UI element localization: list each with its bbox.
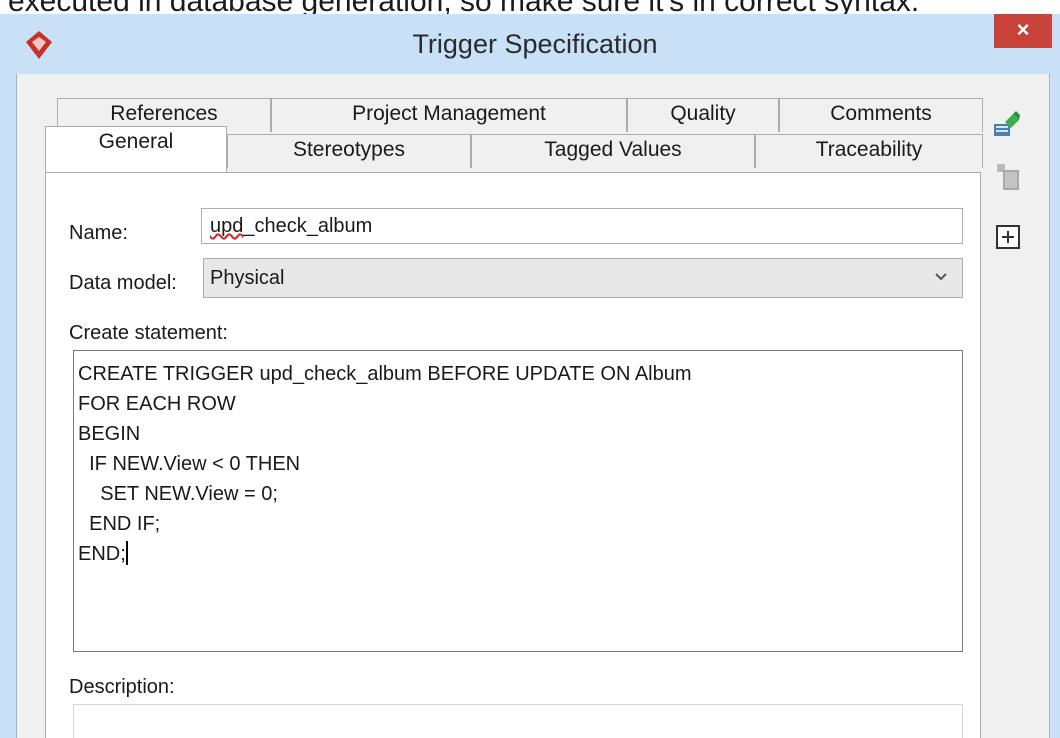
- description-field[interactable]: [73, 704, 963, 738]
- tab-general[interactable]: General: [45, 126, 227, 172]
- tab-tagged-values[interactable]: Tagged Values: [471, 134, 755, 168]
- code-line: CREATE TRIGGER upd_check_album BEFORE UP…: [78, 363, 692, 385]
- disabled-grid-icon: [997, 164, 1019, 190]
- tab-stereotypes[interactable]: Stereotypes: [227, 134, 471, 168]
- create-statement-editor[interactable]: CREATE TRIGGER upd_check_album BEFORE UP…: [73, 350, 963, 652]
- visual-paradigm-logo-icon: [26, 31, 52, 59]
- tab-traceability[interactable]: Traceability: [755, 134, 983, 168]
- code-line: BEGIN: [78, 423, 141, 445]
- code-line: FOR EACH ROW: [78, 393, 236, 415]
- code-line: SET NEW.View = 0;: [78, 483, 278, 505]
- tab-project-management[interactable]: Project Management: [271, 98, 627, 132]
- chevron-down-icon: [935, 273, 947, 281]
- add-box-icon[interactable]: [993, 222, 1023, 252]
- name-field[interactable]: upd_check_album: [201, 208, 963, 244]
- name-label: Name:: [69, 222, 128, 244]
- edit-pin-icon[interactable]: [991, 110, 1021, 140]
- tab-comments[interactable]: Comments: [779, 98, 983, 132]
- tab-quality[interactable]: Quality: [627, 98, 779, 132]
- dialog-client-area: References Project Management Quality Co…: [16, 74, 1050, 738]
- description-label: Description:: [69, 676, 175, 698]
- text-caret: [125, 541, 128, 565]
- data-model-label: Data model:: [69, 272, 177, 294]
- code-line: IF NEW.View < 0 THEN: [78, 453, 301, 475]
- window-title: Trigger Specification: [412, 29, 658, 59]
- trigger-specification-window: Trigger Specification × References Proje…: [0, 14, 1060, 738]
- create-statement-label: Create statement:: [69, 322, 228, 344]
- code-line-last: END;: [78, 539, 958, 569]
- name-value-rest: _check_album: [243, 215, 373, 237]
- data-model-select[interactable]: Physical: [203, 258, 963, 298]
- data-model-value: Physical: [210, 267, 285, 289]
- code-line-text: END;: [78, 543, 126, 565]
- close-button[interactable]: ×: [994, 14, 1052, 48]
- name-value-misspelled-part: upd: [210, 215, 244, 237]
- title-bar[interactable]: Trigger Specification ×: [0, 14, 1060, 74]
- code-line: END IF;: [78, 513, 161, 535]
